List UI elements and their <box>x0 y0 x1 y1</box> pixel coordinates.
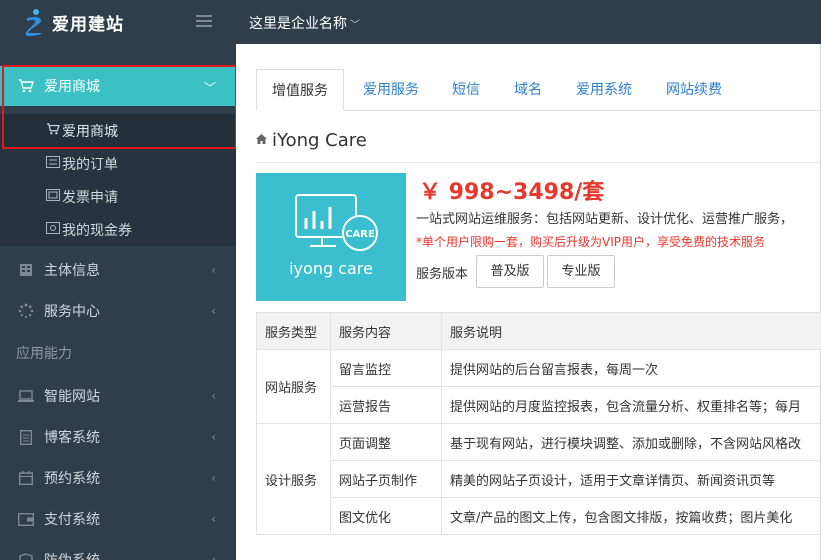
chevron-down-icon: ﹀ <box>350 20 360 31</box>
care-badge-text: CARE <box>345 229 375 240</box>
tab-sms[interactable]: 短信 <box>436 69 496 111</box>
sidebar-item-smart-site[interactable]: 智能网站 ‹ <box>0 376 236 416</box>
purchase-note: *单个用户限购一套，购买后升级为VIP用户，享受免费的技术服务 <box>416 235 765 249</box>
service-content-cell: 运营报告 <box>330 386 442 424</box>
chevron-left-icon: ‹ <box>211 389 216 403</box>
column-header: 服务内容 <box>330 312 442 350</box>
chevron-left-icon: ‹ <box>211 304 216 318</box>
main-content: 增值服务 爱用服务 短信 域名 爱用系统 网站续费 iYong Care CAR… <box>236 44 821 560</box>
table-row: 图文优化 文章/产品的图文上传，包含图文排版，按篇收费；图片美化 <box>257 497 821 535</box>
sidebar-item-label: 博客系统 <box>44 430 100 446</box>
menu-toggle-icon[interactable] <box>196 15 212 28</box>
tab-value-added[interactable]: 增值服务 <box>256 69 344 111</box>
coupon-icon <box>46 222 60 237</box>
sidebar-subitem-orders[interactable]: 我的订单 <box>0 147 236 180</box>
chevron-left-icon: ‹ <box>211 430 216 444</box>
service-detail-cell: 提供网站的后台留言报表，每周一次 <box>441 349 821 387</box>
sidebar-item-label: 支付系统 <box>44 512 100 528</box>
image-caption: iyong care <box>289 259 373 278</box>
sidebar-item-anti-counterfeit[interactable]: 防伪系统 ‹ <box>0 540 236 560</box>
sidebar-subitem-label: 发票申请 <box>62 189 118 206</box>
service-detail-cell: 基于现有网站，进行模块调整、添加或删除，不含网站风格改 <box>441 423 821 461</box>
sidebar-item-entity-info[interactable]: 主体信息 ‹ <box>0 250 236 290</box>
service-type-cell: 网站服务 <box>256 349 331 424</box>
table-header-row: 服务类型 服务内容 服务说明 <box>256 312 821 350</box>
product-title-text: iYong Care <box>272 130 367 151</box>
cart-icon <box>18 78 34 94</box>
sidebar-item-service-center[interactable]: 服务中心 ‹ <box>0 291 236 331</box>
sidebar: 爱用商城 ﹀ 爱用商城 我的订单 发票申请 我的现金券 主体信息 ‹ 服务中心 … <box>0 44 236 560</box>
sidebar-section-label: 应用能力 <box>16 346 72 362</box>
sidebar-item-label: 智能网站 <box>44 389 100 405</box>
chevron-left-icon: ‹ <box>211 263 216 277</box>
service-content-cell: 留言监控 <box>330 349 442 387</box>
service-type-cell: 设计服务 <box>256 423 331 535</box>
building-icon <box>18 262 34 278</box>
chevron-left-icon: ‹ <box>211 471 216 485</box>
invoice-icon <box>46 189 60 204</box>
company-selector[interactable]: 这里是企业名称 ﹀ <box>249 13 360 33</box>
sidebar-item-label: 服务中心 <box>44 304 100 320</box>
service-detail-cell: 提供网站的月度监控报表，包含流量分析、权重排名等；每月 <box>441 386 821 424</box>
sidebar-item-label: 爱用商城 <box>44 79 100 95</box>
tab-bar: 增值服务 爱用服务 短信 域名 爱用系统 网站续费 <box>256 69 821 111</box>
document-icon <box>18 429 34 445</box>
list-icon <box>46 156 60 171</box>
divider <box>256 162 821 163</box>
version-basic-button[interactable]: 普及版 <box>476 255 544 288</box>
chevron-down-icon: ﹀ <box>203 81 216 95</box>
service-content-cell: 图文优化 <box>330 497 442 535</box>
sidebar-subitem-mall[interactable]: 爱用商城 <box>0 114 236 147</box>
version-pro-button[interactable]: 专业版 <box>547 255 615 288</box>
chevron-left-icon: ‹ <box>211 553 216 560</box>
version-label: 服务版本 <box>416 267 469 282</box>
laptop-icon <box>18 388 34 404</box>
calendar-icon <box>18 470 34 486</box>
company-name: 这里是企业名称 <box>249 16 347 32</box>
home-icon <box>256 134 267 147</box>
chevron-left-icon: ‹ <box>211 512 216 526</box>
logo-text: 爱用建站 <box>52 14 124 35</box>
spinner-icon <box>18 303 34 319</box>
product-description: 一站式网站运维服务：包括网站更新、设计优化、运营推广服务， <box>416 212 794 227</box>
sidebar-item-mall[interactable]: 爱用商城 ﹀ <box>0 66 236 106</box>
wallet-icon <box>18 511 34 527</box>
tab-domain[interactable]: 域名 <box>498 69 558 111</box>
sidebar-item-label: 主体信息 <box>44 263 100 279</box>
top-bar: 爱用建站 这里是企业名称 ﹀ <box>0 0 821 44</box>
product-image: CARE iyong care <box>256 173 406 301</box>
sidebar-subitem-label: 爱用商城 <box>62 123 118 140</box>
service-content-cell: 网站子页制作 <box>330 460 442 498</box>
service-content-cell: 页面调整 <box>330 423 442 461</box>
sidebar-item-payment[interactable]: 支付系统 ‹ <box>0 499 236 539</box>
service-detail-cell: 文章/产品的图文上传，包含图文排版，按篇收费；图片美化 <box>441 497 821 535</box>
sidebar-item-blog[interactable]: 博客系统 ‹ <box>0 417 236 457</box>
service-detail-cell: 精美的网站子页设计，适用于文章详情页、新闻资讯页等 <box>441 460 821 498</box>
cart-icon <box>46 123 60 138</box>
tab-site-renewal[interactable]: 网站续费 <box>650 69 738 111</box>
sidebar-item-booking[interactable]: 预约系统 ‹ <box>0 458 236 498</box>
logo-icon <box>24 9 46 36</box>
column-header: 服务说明 <box>441 312 821 350</box>
table-row: 网站服务 留言监控 提供网站的后台留言报表，每周一次 <box>256 349 821 424</box>
monitor-care-icon: CARE <box>295 194 378 251</box>
sidebar-subitem-coupons[interactable]: 我的现金券 <box>0 213 236 246</box>
table-row: 网站子页制作 精美的网站子页设计，适用于文章详情页、新闻资讯页等 <box>257 460 821 498</box>
sidebar-subitem-label: 我的现金券 <box>62 222 132 239</box>
tab-aiyong-service[interactable]: 爱用服务 <box>348 69 434 111</box>
tab-aiyong-system[interactable]: 爱用系统 <box>560 69 648 111</box>
sidebar-item-label: 防伪系统 <box>44 550 100 560</box>
price: ￥ 998~3498/套 <box>419 180 605 205</box>
service-table: 服务类型 服务内容 服务说明 网站服务 留言监控 提供网站的后台留言报表，每周一… <box>256 312 821 535</box>
shield-icon <box>18 552 34 560</box>
table-row: 运营报告 提供网站的月度监控报表，包含流量分析、权重排名等；每月 <box>257 386 821 424</box>
sidebar-subitem-invoice[interactable]: 发票申请 <box>0 180 236 213</box>
sidebar-item-label: 预约系统 <box>44 471 100 487</box>
product-title: iYong Care <box>256 130 367 151</box>
sidebar-subitem-label: 我的订单 <box>62 156 118 173</box>
table-row: 设计服务 页面调整 基于现有网站，进行模块调整、添加或删除，不含网站风格改 <box>256 423 821 535</box>
column-header: 服务类型 <box>256 312 331 350</box>
